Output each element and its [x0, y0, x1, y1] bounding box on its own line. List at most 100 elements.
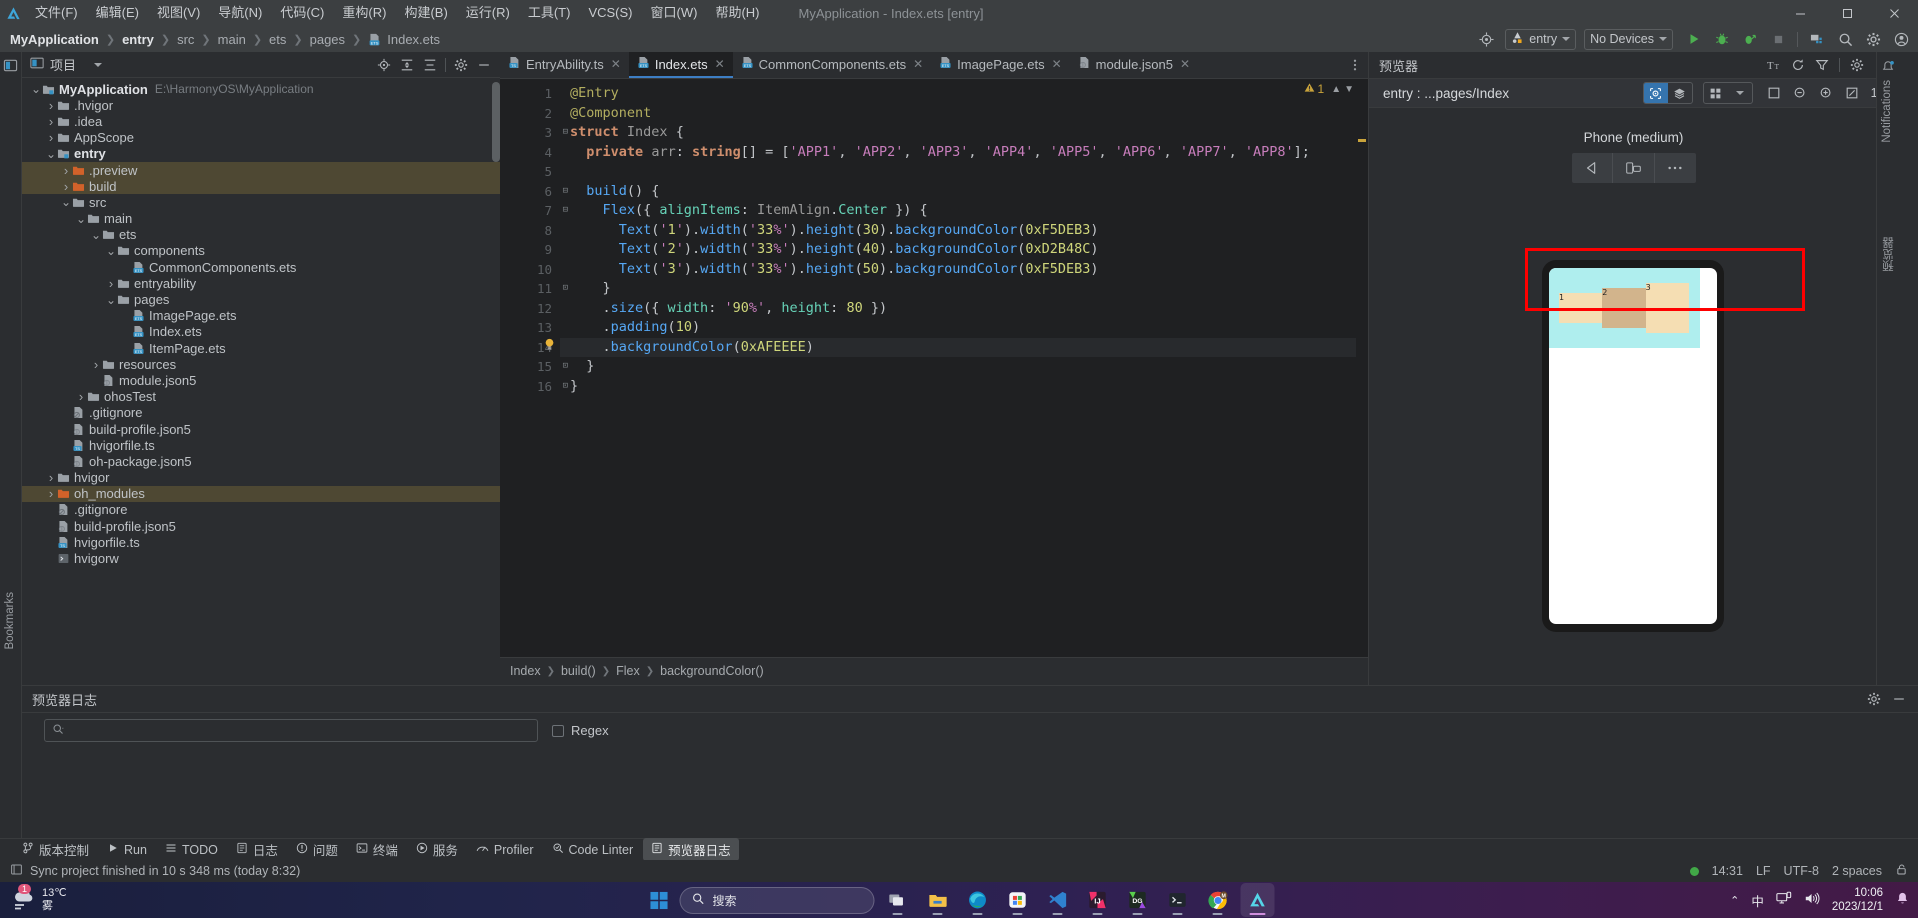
tree-node-build-profile-json5[interactable]: build-profile.json5	[22, 421, 500, 437]
taskbar-search-input[interactable]: 搜索	[680, 887, 875, 914]
log-search-input[interactable]	[44, 719, 538, 742]
line-number[interactable]: 6⊟	[500, 182, 560, 202]
notification-bell-icon[interactable]	[1881, 60, 1895, 77]
datagrip-icon[interactable]: DG	[1121, 883, 1155, 917]
intellij-idea-icon[interactable]: IJ	[1081, 883, 1115, 917]
minimize-icon[interactable]	[473, 54, 495, 76]
line-separator[interactable]: LF	[1756, 864, 1771, 878]
breadcrumb-module[interactable]: entry	[120, 32, 156, 47]
tool-window-button-log[interactable]: 日志	[228, 838, 286, 861]
menu-tools[interactable]: 工具(T)	[519, 0, 580, 26]
show-hidden-icons-icon[interactable]: ⌃	[1730, 894, 1739, 907]
chevron-down-icon[interactable]: ▼	[1344, 84, 1354, 95]
chevron-right-icon[interactable]: ›	[60, 163, 72, 178]
editor-tab-bar[interactable]: TSEntryAbility.ts✕ETSIndex.ets✕ETSCommon…	[500, 52, 1368, 79]
gear-icon[interactable]	[1846, 54, 1868, 76]
status-indicator[interactable]	[1690, 867, 1699, 876]
tree-node-resources[interactable]: ›resources	[22, 356, 500, 372]
read-write-lock-icon[interactable]	[1895, 863, 1908, 879]
tree-node-build-profile-json5[interactable]: build-profile.json5	[22, 518, 500, 534]
task-view-icon[interactable]	[881, 883, 915, 917]
code-line[interactable]: }	[560, 377, 1368, 397]
fit-icon[interactable]	[1763, 82, 1785, 104]
gear-icon[interactable]	[1860, 27, 1886, 51]
line-number[interactable]: 5	[500, 162, 560, 182]
line-number[interactable]: 8	[500, 221, 560, 241]
run-configuration-selector[interactable]: entry	[1505, 29, 1576, 50]
gear-icon[interactable]	[1863, 688, 1885, 710]
tree-node-hvigorw[interactable]: hvigorw	[22, 550, 500, 566]
project-tree-scrollbar[interactable]	[492, 82, 500, 162]
menu-edit[interactable]: 编辑(E)	[87, 0, 148, 26]
tree-node-entryability[interactable]: ›entryability	[22, 275, 500, 291]
editor-tab-entryability-ts[interactable]: TSEntryAbility.ts✕	[500, 52, 629, 78]
line-number[interactable]: 13	[500, 318, 560, 338]
breadcrumb-project[interactable]: MyApplication	[8, 32, 101, 47]
menu-view[interactable]: 视图(V)	[148, 0, 209, 26]
minimize-icon[interactable]	[1777, 0, 1824, 26]
breadcrumb-ets[interactable]: ets	[267, 32, 288, 47]
preview-side-label[interactable]: 预览器	[1881, 237, 1897, 272]
device-manager-icon[interactable]	[1804, 27, 1830, 51]
ime-indicator[interactable]: 中	[1751, 891, 1764, 910]
tree-node-commoncomponents-ets[interactable]: ETSCommonComponents.ets	[22, 259, 500, 275]
chevron-right-icon[interactable]: ›	[60, 179, 72, 194]
device-layout-group[interactable]	[1703, 82, 1753, 104]
chevron-up-icon[interactable]: ▲	[1331, 84, 1341, 95]
stop-button[interactable]	[1765, 27, 1791, 51]
tree-node-ets[interactable]: ⌄ets	[22, 227, 500, 243]
inspector-icon[interactable]	[1644, 83, 1668, 103]
device-screen[interactable]: 123	[1549, 268, 1717, 624]
tree-node--hvigor[interactable]: ›.hvigor	[22, 97, 500, 113]
chevron-down-icon[interactable]: ⌄	[90, 231, 102, 239]
more-icon[interactable]	[1655, 153, 1696, 183]
editor-breadcrumb-struct[interactable]: Index	[510, 664, 541, 678]
inspection-marker-bar[interactable]	[1356, 79, 1368, 657]
code-line[interactable]: .backgroundColor(0xAFEEEE)	[560, 338, 1368, 358]
line-number[interactable]: 3⊟	[500, 123, 560, 143]
breadcrumb-pages[interactable]: pages	[308, 32, 347, 47]
chevron-right-icon[interactable]: ›	[105, 276, 117, 291]
tree-node-myapplication[interactable]: ⌄MyApplicationE:\HarmonyOS\MyApplication	[22, 81, 500, 97]
tool-window-button-code-linter[interactable]: Code Linter	[544, 840, 642, 859]
chevron-right-icon[interactable]: ›	[90, 357, 102, 372]
file-explorer-icon[interactable]	[921, 883, 955, 917]
zoom-in-icon[interactable]	[1815, 82, 1837, 104]
chevron-down-icon[interactable]: ⌄	[30, 85, 42, 93]
microsoft-store-icon[interactable]	[1001, 883, 1035, 917]
grid-icon[interactable]	[1704, 83, 1728, 103]
run-button[interactable]	[1681, 27, 1707, 51]
code-content[interactable]: @Entry@Componentstruct Index { private a…	[560, 79, 1368, 657]
project-tree[interactable]: ⌄MyApplicationE:\HarmonyOS\MyApplication…	[22, 78, 500, 685]
editor-breadcrumb-call[interactable]: backgroundColor()	[660, 664, 764, 678]
windows-terminal-icon[interactable]	[1161, 883, 1195, 917]
menu-refactor[interactable]: 重构(R)	[333, 0, 395, 26]
microsoft-edge-icon[interactable]	[961, 883, 995, 917]
tree-node-hvigorfile-ts[interactable]: TShvigorfile.ts	[22, 437, 500, 453]
regex-checkbox[interactable]: Regex	[552, 723, 609, 738]
code-line[interactable]: @Component	[560, 104, 1368, 124]
chevron-right-icon[interactable]: ›	[45, 114, 57, 129]
tree-node-index-ets[interactable]: ETSIndex.ets	[22, 324, 500, 340]
inspector-toggle-group[interactable]	[1643, 82, 1693, 104]
tree-node--gitignore[interactable]: .gitignore	[22, 502, 500, 518]
notification-bell-icon[interactable]	[1895, 891, 1910, 909]
chevron-down-icon[interactable]: ⌄	[105, 247, 117, 255]
chevron-right-icon[interactable]: ›	[45, 130, 57, 145]
volume-icon[interactable]	[1804, 891, 1820, 909]
tree-node-entry[interactable]: ⌄entry	[22, 146, 500, 162]
tree-node-ohostest[interactable]: ›ohosTest	[22, 389, 500, 405]
line-number[interactable]: 1	[500, 84, 560, 104]
code-line[interactable]: Text('2').width('33%').height(40).backgr…	[560, 240, 1368, 260]
run-with-profiler-button[interactable]	[1737, 27, 1763, 51]
code-line[interactable]: }	[560, 357, 1368, 377]
breadcrumb-src[interactable]: src	[175, 32, 196, 47]
code-editor[interactable]: 123⊟456⊟7⊟891011⊡12131415⊡16⊡ @Entry@Com…	[500, 79, 1368, 657]
tree-node-imagepage-ets[interactable]: ETSImagePage.ets	[22, 308, 500, 324]
tree-node-hvigorfile-ts[interactable]: TShvigorfile.ts	[22, 534, 500, 550]
tree-node-src[interactable]: ⌄src	[22, 194, 500, 210]
code-line[interactable]: Text('1').width('33%').height(30).backgr…	[560, 221, 1368, 241]
tree-node--preview[interactable]: ›.preview	[22, 162, 500, 178]
indent-setting[interactable]: 2 spaces	[1832, 864, 1882, 878]
menu-vcs[interactable]: VCS(S)	[579, 0, 641, 26]
